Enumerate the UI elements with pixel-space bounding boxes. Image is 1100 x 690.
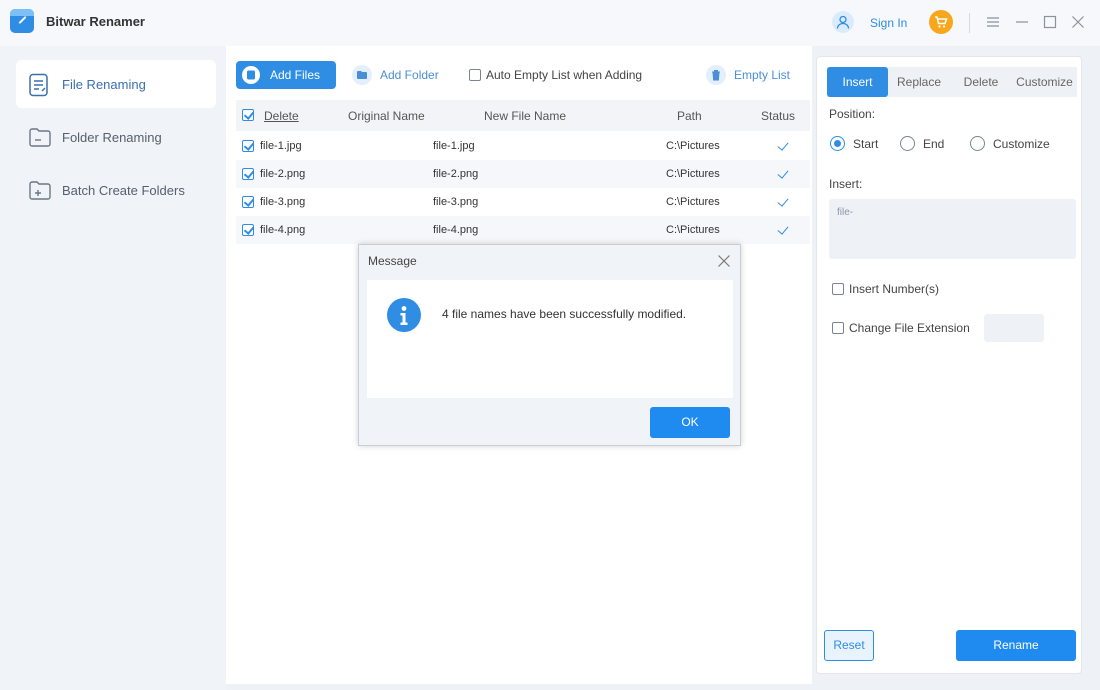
path-cell: C:\Pictures xyxy=(666,168,720,180)
app-logo-icon xyxy=(10,9,34,33)
dialog-title: Message xyxy=(368,254,417,268)
position-customize-radio[interactable] xyxy=(970,136,985,151)
insert-text-field[interactable] xyxy=(829,199,1076,259)
tab-customize[interactable]: Customize xyxy=(1012,67,1077,97)
rename-button[interactable]: Rename xyxy=(956,630,1076,661)
original-name-cell: file-2.png xyxy=(260,168,306,180)
tab-insert[interactable]: Insert xyxy=(827,67,888,97)
original-name-cell: file-3.png xyxy=(260,196,306,208)
status-check-icon xyxy=(777,195,789,207)
position-start-label: Start xyxy=(853,137,879,151)
info-icon xyxy=(387,298,421,332)
status-check-icon xyxy=(777,167,789,179)
sidebar-item-label: Folder Renaming xyxy=(62,130,162,145)
insert-numbers-checkbox[interactable] xyxy=(832,283,844,295)
delete-header-button[interactable]: Delete xyxy=(264,109,299,123)
add-files-button[interactable]: Add Files xyxy=(236,61,336,89)
auto-empty-checkbox[interactable] xyxy=(469,69,481,81)
original-name-cell: file-1.jpg xyxy=(260,140,302,152)
status-header: Status xyxy=(761,109,796,123)
row-checkbox[interactable] xyxy=(242,196,254,208)
position-customize-label: Customize xyxy=(993,137,1050,151)
dialog-body: 4 file names have been successfully modi… xyxy=(367,280,733,398)
message-dialog: Message 4 file names have been successfu… xyxy=(358,244,741,446)
path-cell: C:\Pictures xyxy=(666,140,720,152)
maximize-icon[interactable] xyxy=(1041,13,1059,31)
minimize-icon[interactable] xyxy=(1013,13,1031,31)
user-icon[interactable] xyxy=(832,11,854,33)
options-panel: Insert Replace Delete Customize Position… xyxy=(816,56,1082,674)
new-name-cell: file-2.png xyxy=(433,168,479,180)
sidebar-item-label: File Renaming xyxy=(62,77,146,92)
sign-in-link[interactable]: Sign In xyxy=(870,16,907,30)
change-extension-label: Change File Extension xyxy=(849,321,970,335)
tab-replace[interactable]: Replace xyxy=(888,67,950,97)
position-start-radio[interactable] xyxy=(830,136,845,151)
dialog-close-icon[interactable] xyxy=(717,254,731,268)
status-check-icon xyxy=(777,223,789,235)
dialog-message: 4 file names have been successfully modi… xyxy=(442,307,687,321)
sidebar-item-folder-renaming[interactable]: Folder Renaming xyxy=(16,113,216,161)
file-document-icon xyxy=(28,73,50,100)
reset-button[interactable]: Reset xyxy=(824,630,874,661)
new-name-cell: file-4.png xyxy=(433,224,479,236)
extension-input[interactable] xyxy=(984,314,1044,342)
table-header: Delete Original Name New File Name Path … xyxy=(236,100,810,131)
table-row[interactable]: file-4.png file-4.png C:\Pictures xyxy=(236,216,810,244)
sidebar: File Renaming Folder Renaming Batch Crea… xyxy=(0,46,226,690)
status-check-icon xyxy=(777,139,789,151)
row-checkbox[interactable] xyxy=(242,168,254,180)
new-file-name-header: New File Name xyxy=(484,109,567,123)
position-end-label: End xyxy=(923,137,945,151)
table-row[interactable]: file-1.jpg file-1.jpg C:\Pictures xyxy=(236,132,810,160)
path-cell: C:\Pictures xyxy=(666,196,720,208)
title-bar: Bitwar Renamer Sign In xyxy=(0,0,1100,46)
insert-label: Insert: xyxy=(829,177,863,191)
add-file-icon xyxy=(242,66,260,84)
sidebar-item-batch-create-folders[interactable]: Batch Create Folders xyxy=(16,166,216,214)
auto-empty-label: Auto Empty List when Adding xyxy=(486,68,643,82)
folder-add-icon xyxy=(28,179,52,204)
insert-text-box xyxy=(829,199,1076,259)
add-folder-button[interactable]: Add Folder xyxy=(380,68,439,82)
add-folder-icon[interactable] xyxy=(352,65,372,85)
tab-delete[interactable]: Delete xyxy=(950,67,1012,97)
rename-mode-tabs: Insert Replace Delete Customize xyxy=(827,67,1077,97)
path-cell: C:\Pictures xyxy=(666,224,720,236)
ok-button[interactable]: OK xyxy=(650,407,730,438)
cart-icon[interactable] xyxy=(929,10,953,34)
folder-icon xyxy=(28,126,52,151)
sidebar-item-file-renaming[interactable]: File Renaming xyxy=(16,60,216,108)
titlebar-separator xyxy=(969,13,970,33)
table-row[interactable]: file-2.png file-2.png C:\Pictures xyxy=(236,160,810,188)
trash-icon[interactable] xyxy=(706,65,726,85)
select-all-checkbox[interactable] xyxy=(242,109,254,121)
position-label: Position: xyxy=(829,107,876,121)
sidebar-item-label: Batch Create Folders xyxy=(62,183,185,198)
row-checkbox[interactable] xyxy=(242,224,254,236)
row-checkbox[interactable] xyxy=(242,140,254,152)
menu-icon[interactable] xyxy=(984,13,1002,31)
original-name-cell: file-4.png xyxy=(260,224,306,236)
table-row[interactable]: file-3.png file-3.png C:\Pictures xyxy=(236,188,810,216)
close-icon[interactable] xyxy=(1069,13,1087,31)
new-name-cell: file-1.jpg xyxy=(433,140,475,152)
original-name-header: Original Name xyxy=(348,109,425,123)
app-title: Bitwar Renamer xyxy=(46,14,145,29)
position-end-radio[interactable] xyxy=(900,136,915,151)
empty-list-button[interactable]: Empty List xyxy=(734,68,790,82)
insert-numbers-label: Insert Number(s) xyxy=(849,282,940,296)
new-name-cell: file-3.png xyxy=(433,196,479,208)
change-extension-checkbox[interactable] xyxy=(832,322,844,334)
add-files-label: Add Files xyxy=(270,68,321,82)
path-header: Path xyxy=(677,109,702,123)
